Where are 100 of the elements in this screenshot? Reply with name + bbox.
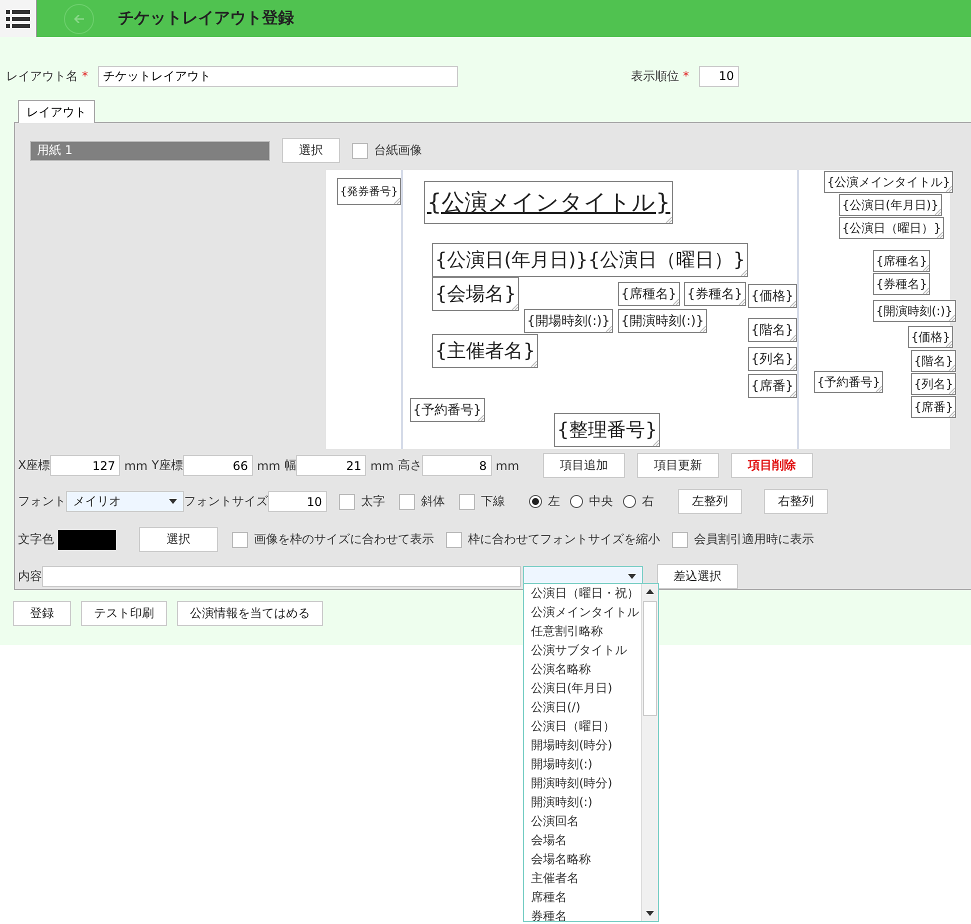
field-label: レイアウト名	[6, 68, 78, 84]
layout-item[interactable]: {公演日(年月日)}	[839, 194, 942, 216]
dropdown-option[interactable]: 公演回名	[531, 812, 641, 831]
layout-item[interactable]: {価格}	[908, 326, 954, 348]
footer-button[interactable]: 公演情報を当てはめる	[177, 601, 323, 626]
layout-item[interactable]: {整理番号}	[554, 413, 660, 447]
layout-name-field[interactable]: チケットレイアウト	[98, 66, 458, 86]
layout-item[interactable]: {席種名}	[618, 282, 680, 306]
layout-item[interactable]: {列名}	[911, 373, 956, 395]
layout-item[interactable]: {価格}	[748, 284, 797, 308]
dropdown-option[interactable]: 公演日(/)	[531, 698, 641, 717]
align-button[interactable]: 左整列	[678, 489, 742, 514]
item-button[interactable]: 項目削除	[731, 453, 814, 478]
layout-item[interactable]: {券種名}	[873, 273, 930, 295]
resize-grip-icon[interactable]	[652, 439, 660, 446]
layout-item[interactable]: {券種名}	[684, 282, 746, 306]
caret-icon	[628, 574, 636, 579]
item-button[interactable]: 項目追加	[543, 453, 626, 478]
select-button[interactable]: 選択	[139, 527, 218, 552]
checkbox[interactable]	[446, 532, 462, 548]
footer-button[interactable]: テスト印刷	[81, 601, 167, 626]
layout-item[interactable]: {公演メインタイトル}	[824, 171, 954, 193]
layout-item[interactable]: {席番}	[911, 396, 956, 418]
order-field[interactable]: 10	[699, 66, 739, 86]
layout-item[interactable]: {会場名}	[432, 277, 520, 311]
checkbox[interactable]	[352, 142, 368, 158]
number-field[interactable]: 21	[296, 455, 366, 476]
select-button[interactable]: 選択	[282, 138, 340, 163]
dropdown-option[interactable]: 開場時刻(:)	[531, 755, 641, 774]
resize-grip-icon[interactable]	[740, 269, 748, 276]
dropdown-option[interactable]: 開演時刻(時分)	[531, 774, 641, 793]
checkbox[interactable]	[672, 532, 688, 548]
resize-grip-icon[interactable]	[511, 303, 518, 310]
field-label: 表示順位	[631, 68, 679, 84]
scroll-down-icon[interactable]	[646, 911, 654, 916]
number-field[interactable]: 127	[50, 455, 120, 476]
insert-button[interactable]: 差込選択	[657, 564, 738, 589]
resize-grip-icon[interactable]	[530, 360, 538, 367]
dropdown-option[interactable]: 主催者名	[531, 869, 641, 888]
layout-item[interactable]: {階名}	[911, 350, 956, 372]
color-swatch[interactable]	[58, 530, 116, 550]
required-mark: *	[683, 69, 689, 83]
menu-button[interactable]	[0, 0, 37, 37]
number-field[interactable]: 66	[182, 455, 253, 476]
layout-item[interactable]: {公演日(年月日)}{公演日（曜日）}	[432, 243, 748, 277]
layout-item[interactable]: {主催者名}	[432, 334, 538, 368]
font-select[interactable]: メイリオ	[66, 491, 184, 512]
checkbox[interactable]	[459, 494, 475, 510]
checkbox[interactable]	[232, 532, 248, 548]
unit-label: mm	[124, 458, 148, 472]
radio-button[interactable]	[623, 495, 636, 508]
dropdown-option[interactable]: 公演名略称	[531, 660, 641, 679]
layout-item[interactable]: {開演時刻(:)}	[873, 300, 956, 322]
layout-item[interactable]: {予約番号}	[814, 371, 884, 393]
dropdown-option[interactable]: 会場名略称	[531, 850, 641, 869]
footer-button[interactable]: 登録	[13, 601, 71, 626]
radio-button[interactable]	[529, 495, 542, 508]
dropdown-option[interactable]: 開場時刻(時分)	[531, 736, 641, 755]
tab[interactable]: レイアウト	[18, 100, 95, 123]
checkbox-label: 会員割引適用時に表示	[694, 531, 814, 548]
menu-icon	[6, 8, 30, 28]
field-label: X座標	[18, 457, 50, 474]
font-size-field[interactable]: 10	[268, 491, 327, 512]
align-button[interactable]: 右整列	[764, 489, 828, 514]
unit-label: mm	[496, 458, 520, 472]
layout-item[interactable]: {階名}	[748, 318, 797, 342]
dropdown-option[interactable]: 開演時刻(:)	[531, 793, 641, 812]
content-field[interactable]	[42, 566, 521, 587]
layout-item[interactable]: {発券番号}	[337, 178, 401, 205]
dropdown-option[interactable]: 公演日（曜日・祝）	[531, 584, 641, 603]
dropdown-option[interactable]: 任意割引略称	[531, 622, 641, 641]
layout-item[interactable]: {開演時刻(:)}	[618, 309, 708, 333]
field-label: 高さ	[398, 457, 422, 474]
dropdown-option[interactable]: 席種名	[531, 888, 641, 907]
checkbox[interactable]	[399, 494, 415, 510]
layout-item[interactable]: {公演メインタイトル}	[424, 181, 674, 224]
paper-field[interactable]: 用紙 1	[30, 140, 270, 160]
scrollbar[interactable]	[641, 584, 658, 921]
layout-item[interactable]: {席番}	[748, 374, 797, 398]
layout-item[interactable]: {予約番号}	[410, 398, 485, 422]
checkbox[interactable]	[339, 494, 355, 510]
back-arrow-icon	[74, 14, 84, 22]
dropdown-option[interactable]: 公演日（曜日）	[531, 717, 641, 736]
item-button[interactable]: 項目更新	[637, 453, 720, 478]
layout-item[interactable]: {開場時刻(:)}	[524, 309, 614, 333]
checkbox-label: 太字	[361, 493, 385, 510]
resize-grip-icon[interactable]	[665, 216, 672, 223]
dropdown-option[interactable]: 公演サブタイトル	[531, 641, 641, 660]
radio-button[interactable]	[570, 495, 583, 508]
required-mark: *	[82, 69, 88, 83]
dropdown-option[interactable]: 公演メインタイトル	[531, 603, 641, 622]
layout-item[interactable]: {公演日（曜日）}	[839, 217, 944, 239]
number-field[interactable]: 8	[422, 455, 492, 476]
dropdown-option[interactable]: 公演日(年月日)	[531, 679, 641, 698]
checkbox-label: 台紙画像	[374, 142, 422, 159]
layout-item[interactable]: {席種名}	[873, 250, 930, 272]
checkbox-label: 斜体	[421, 493, 445, 510]
resize-grip-icon[interactable]	[393, 197, 400, 204]
dropdown-option[interactable]: 会場名	[531, 831, 641, 850]
layout-item[interactable]: {列名}	[748, 347, 797, 371]
